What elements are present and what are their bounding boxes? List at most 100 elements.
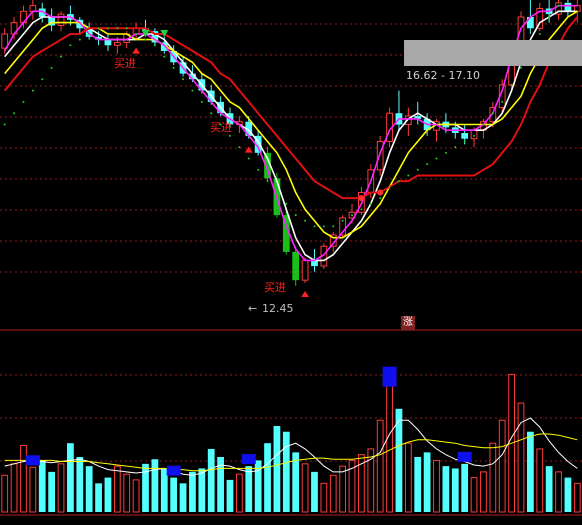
volume-bar-down [95,483,102,512]
buy-signal-arrow [301,291,310,298]
ma-dot [182,78,185,81]
ma-dot [548,15,551,18]
zhang-badge: 涨 [401,316,415,330]
ma-dot [341,219,344,222]
ma-dot [304,219,307,222]
ma-dot [50,66,53,69]
volume-bar-up [386,368,393,513]
volume-bar-down [76,456,84,512]
ma-dot [416,168,419,171]
ma-cross-marker [377,189,384,196]
ma-dot [491,112,494,115]
volume-bar-up [517,402,525,513]
ma-dot [351,214,354,217]
volume-bar-up [573,482,581,513]
volume-bar-down [451,468,459,512]
ma-dot [247,157,250,160]
buy-signal-label-3: 买进 [264,281,286,294]
volume-bar-down [545,466,553,512]
volume-bar-down [461,463,469,512]
volume-bar-up [376,419,384,513]
ma-dot [163,55,166,58]
kline-chart: 16.62 - 17.10 12.45 ← 买进 买进 买进 涨 [0,0,582,521]
ma-dot [228,134,231,137]
buy-signal-label-1: 买进 [114,57,136,70]
ma-dot [557,4,560,7]
volume-bar-down [170,477,178,512]
ma-dot [78,38,81,41]
ma-dot [407,174,410,177]
volume-bar-up [433,459,440,513]
ma-dot [266,180,269,183]
volume-bar-down [67,443,74,512]
ma-dot [510,83,513,86]
volume-bar-down [311,471,318,512]
volume-panel [1,368,581,513]
ma-cross-marker [358,195,365,202]
volume-bar-down [160,468,168,512]
volume-bar-down [226,479,234,512]
buy-signal-label-2: 买进 [210,121,232,134]
ma-dot [22,100,25,103]
ma-dot [454,146,457,149]
ma-dot [238,146,241,149]
volume-bar-up [1,474,9,513]
candle-body-up [573,5,581,12]
candle-body-down [564,2,572,12]
volume-bar-up [20,444,27,513]
candle-body-down [104,39,112,46]
volume-bar-down [423,452,431,512]
volume-bar-down [48,471,56,512]
volume-bar-up [301,463,309,513]
ma-dot [200,100,203,103]
volume-bar-down [151,459,159,512]
ma-dot [501,100,504,103]
ma-dot [482,123,485,126]
candle-body-up [470,129,478,140]
volume-bar-down [442,466,450,512]
volume-peak-marker [382,366,397,387]
volume-bar-up [480,471,487,513]
volume-bar-down [207,448,215,512]
grid-lines [0,23,582,516]
volume-bar-down [414,456,422,512]
ma-dot [538,32,541,35]
volume-bar-up [57,463,65,513]
low-price-label: 12.45 [262,302,294,315]
ma-dot [97,27,100,30]
volume-bar-up [329,474,337,513]
ma-dot [285,202,288,205]
ma-dot [144,38,147,41]
ma-dot [369,202,372,205]
ma-dot [313,225,316,228]
volume-bar-up [470,477,478,513]
ma-dot [153,44,156,47]
volume-bar-down [564,477,572,512]
ma-dot [257,168,260,171]
ma-dot [3,123,6,126]
volume-bar-up [339,465,347,513]
price-range-label: 16.62 - 17.10 [406,69,480,82]
annotations [25,30,472,476]
volume-bar-down [198,468,206,512]
volume-bar-up [123,473,131,513]
ma-dot [388,185,391,188]
candle-body-up [301,259,309,281]
buy-signal-arrow [132,47,141,54]
candle-body-up [113,41,121,46]
volume-bar-down [104,477,112,512]
price-range-tooltip [404,40,582,66]
volume-peak-marker [166,465,181,476]
volume-bar-up [132,479,140,513]
ma-dot [69,44,72,47]
ma-dot [444,151,447,154]
ma-dot [426,163,429,166]
volume-bar-up [536,448,544,513]
volume-bar-up [235,473,243,513]
ma-dot [275,191,278,194]
volume-bar-up [498,419,506,513]
volume-peak-marker [241,454,256,465]
ma-dot [125,27,128,30]
ma-dot [41,78,44,81]
volume-bar-down [526,431,534,512]
